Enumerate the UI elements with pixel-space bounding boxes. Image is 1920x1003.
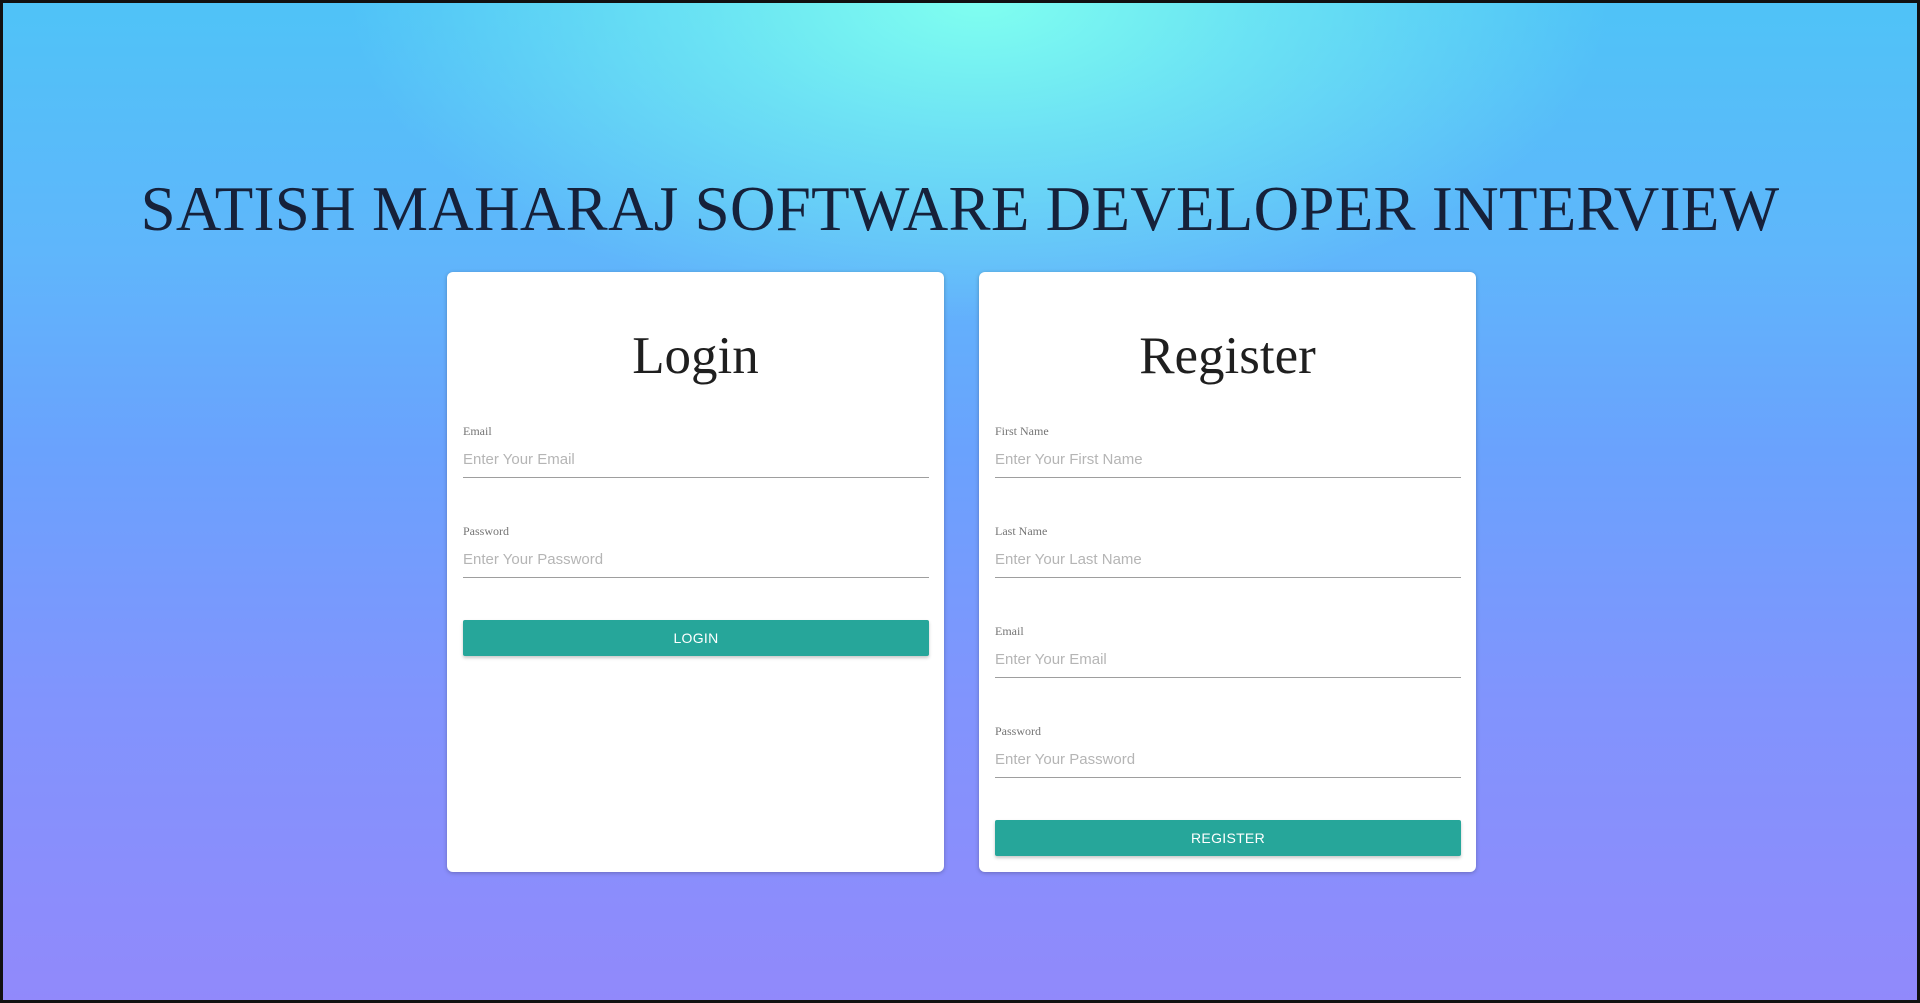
register-email-label: Email — [995, 624, 1024, 638]
register-password-input[interactable] — [995, 742, 1461, 778]
login-email-field: Email — [463, 424, 929, 492]
register-first-name-input[interactable] — [995, 442, 1461, 478]
register-password-label: Password — [995, 724, 1042, 738]
register-first-name-field: First Name — [995, 424, 1461, 492]
register-title: Register — [1139, 327, 1316, 385]
login-button[interactable]: LOGIN — [463, 620, 929, 656]
login-card: Login Email Password LOGIN — [447, 272, 944, 872]
register-last-name-label: Last Name — [995, 524, 1048, 538]
register-email-input[interactable] — [995, 642, 1461, 678]
register-email-field: Email — [995, 624, 1461, 692]
register-last-name-field: Last Name — [995, 524, 1461, 592]
login-password-field: Password — [463, 524, 929, 592]
page-title: SATISH MAHARAJ SOFTWARE DEVELOPER INTERV… — [140, 174, 1780, 244]
login-password-input[interactable] — [463, 542, 929, 578]
login-email-label: Email — [463, 424, 492, 438]
login-email-input[interactable] — [463, 442, 929, 478]
register-first-name-label: First Name — [995, 424, 1049, 438]
register-password-field: Password — [995, 724, 1461, 792]
login-password-label: Password — [463, 524, 510, 538]
register-last-name-input[interactable] — [995, 542, 1461, 578]
register-card: Register First Name Last Name Email Pass… — [979, 272, 1476, 872]
login-title: Login — [632, 327, 759, 385]
register-button[interactable]: REGISTER — [995, 820, 1461, 856]
